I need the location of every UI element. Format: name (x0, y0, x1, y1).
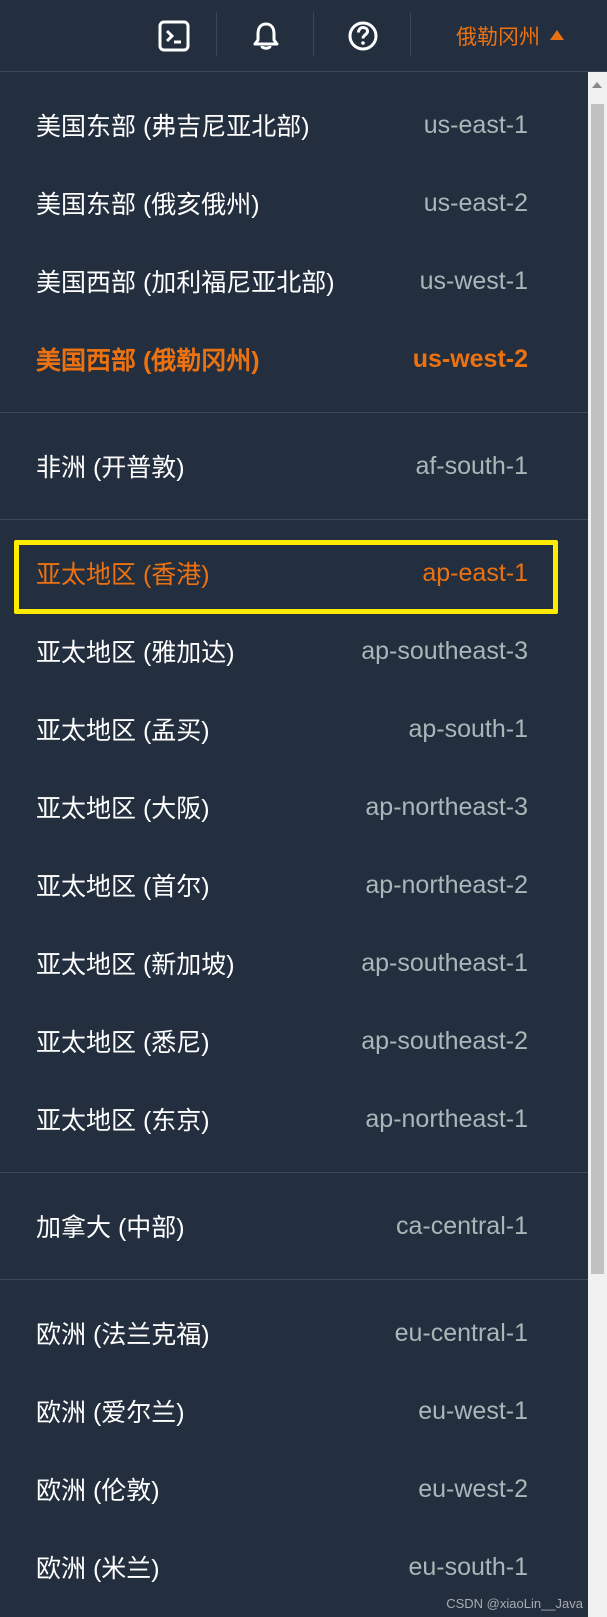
region-option-us-west-1[interactable]: 美国西部 (加利福尼亚北部) us-west-1 (0, 242, 588, 320)
region-option-eu-central-1[interactable]: 欧洲 (法兰克福) eu-central-1 (0, 1294, 588, 1372)
region-option-ap-northeast-3[interactable]: 亚太地区 (大阪) ap-northeast-3 (0, 768, 588, 846)
region-name: 美国东部 (弗吉尼亚北部) (36, 113, 310, 141)
region-code: ap-southeast-2 (361, 1026, 528, 1055)
help-button[interactable] (343, 16, 383, 56)
region-option-ap-southeast-3[interactable]: 亚太地区 (雅加达) ap-southeast-3 (0, 612, 588, 690)
region-option-ap-southeast-2[interactable]: 亚太地区 (悉尼) ap-southeast-2 (0, 1002, 588, 1080)
region-name: 亚太地区 (东京) (36, 1107, 210, 1135)
region-name: 欧洲 (爱尔兰) (36, 1399, 185, 1427)
region-code: ap-northeast-1 (365, 1104, 528, 1133)
region-code: us-west-1 (419, 266, 528, 295)
region-option-ap-northeast-2[interactable]: 亚太地区 (首尔) ap-northeast-2 (0, 846, 588, 924)
region-code: ap-southeast-3 (361, 636, 528, 665)
notifications-button[interactable] (246, 16, 286, 56)
region-group: 美国东部 (弗吉尼亚北部) us-east-1 美国东部 (俄亥俄州) us-east… (0, 72, 588, 413)
watermark: CSDN @xiaoLin__Java (446, 1596, 583, 1611)
region-name: 欧洲 (米兰) (36, 1555, 160, 1583)
toolbar-divider (410, 12, 411, 56)
toolbar-divider (313, 12, 314, 56)
cloudshell-icon (158, 20, 190, 52)
bell-icon (253, 22, 279, 50)
region-option-eu-south-1[interactable]: 欧洲 (米兰) eu-south-1 (0, 1528, 588, 1606)
region-code: us-east-1 (423, 110, 528, 139)
scrollbar-thumb[interactable] (591, 104, 604, 1274)
region-name: 亚太地区 (雅加达) (36, 639, 235, 667)
region-name: 亚太地区 (香港) (36, 561, 210, 589)
region-option-ap-east-1[interactable]: 亚太地区 (香港) ap-east-1 (0, 534, 588, 614)
region-group: 欧洲 (法兰克福) eu-central-1 欧洲 (爱尔兰) eu-west-1 欧洲… (0, 1280, 588, 1617)
region-option-af-south-1[interactable]: 非洲 (开普敦) af-south-1 (0, 427, 588, 505)
region-name: 欧洲 (伦敦) (36, 1477, 160, 1505)
region-selector-button[interactable]: 俄勒冈州 (456, 16, 564, 56)
scrollbar[interactable] (588, 72, 607, 1617)
region-code: us-east-2 (423, 188, 528, 217)
region-option-us-east-1[interactable]: 美国东部 (弗吉尼亚北部) us-east-1 (0, 86, 588, 164)
region-name: 美国西部 (俄勒冈州) (36, 347, 260, 375)
region-option-ap-south-1[interactable]: 亚太地区 (孟买) ap-south-1 (0, 690, 588, 768)
region-name: 非洲 (开普敦) (36, 454, 185, 482)
region-name: 欧洲 (法兰克福) (36, 1321, 210, 1349)
help-icon (348, 21, 378, 51)
toolbar-divider (216, 12, 217, 56)
region-name: 亚太地区 (孟买) (36, 717, 210, 745)
top-navigation-bar: 俄勒冈州 (0, 0, 607, 72)
region-dropdown-menu: 美国东部 (弗吉尼亚北部) us-east-1 美国东部 (俄亥俄州) us-east… (0, 72, 588, 1617)
region-name: 亚太地区 (大阪) (36, 795, 210, 823)
region-code: ap-northeast-2 (365, 870, 528, 899)
region-option-ca-central-1[interactable]: 加拿大 (中部) ca-central-1 (0, 1187, 588, 1265)
region-code: us-west-2 (412, 344, 528, 373)
region-group: 亚太地区 (香港) ap-east-1 亚太地区 (雅加达) ap-southeast… (0, 520, 588, 1173)
region-code: eu-west-1 (418, 1396, 528, 1425)
region-group: 非洲 (开普敦) af-south-1 (0, 413, 588, 520)
region-name: 亚太地区 (新加坡) (36, 951, 235, 979)
region-option-ap-southeast-1[interactable]: 亚太地区 (新加坡) ap-southeast-1 (0, 924, 588, 1002)
region-option-us-east-2[interactable]: 美国东部 (俄亥俄州) us-east-2 (0, 164, 588, 242)
region-code: ca-central-1 (396, 1211, 528, 1240)
region-option-ap-northeast-1[interactable]: 亚太地区 (东京) ap-northeast-1 (0, 1080, 588, 1158)
region-code: af-south-1 (415, 451, 528, 480)
region-code: ap-northeast-3 (365, 792, 528, 821)
region-code: eu-south-1 (408, 1552, 528, 1581)
caret-up-icon (550, 30, 564, 40)
region-code: ap-southeast-1 (361, 948, 528, 977)
scroll-up-arrow-icon[interactable] (592, 82, 602, 88)
current-region-label: 俄勒冈州 (456, 26, 540, 49)
region-code: ap-east-1 (422, 558, 528, 587)
cloudshell-button[interactable] (154, 16, 194, 56)
region-code: eu-west-2 (418, 1474, 528, 1503)
region-option-eu-west-1[interactable]: 欧洲 (爱尔兰) eu-west-1 (0, 1372, 588, 1450)
region-option-us-west-2[interactable]: 美国西部 (俄勒冈州) us-west-2 (0, 320, 588, 398)
region-group: 加拿大 (中部) ca-central-1 (0, 1173, 588, 1280)
region-name: 加拿大 (中部) (36, 1214, 185, 1242)
region-name: 美国东部 (俄亥俄州) (36, 191, 260, 219)
region-name: 亚太地区 (悉尼) (36, 1029, 210, 1057)
region-name: 亚太地区 (首尔) (36, 873, 210, 901)
region-code: eu-central-1 (394, 1318, 528, 1347)
region-code: ap-south-1 (408, 714, 528, 743)
region-option-eu-west-2[interactable]: 欧洲 (伦敦) eu-west-2 (0, 1450, 588, 1528)
region-name: 美国西部 (加利福尼亚北部) (36, 269, 335, 297)
